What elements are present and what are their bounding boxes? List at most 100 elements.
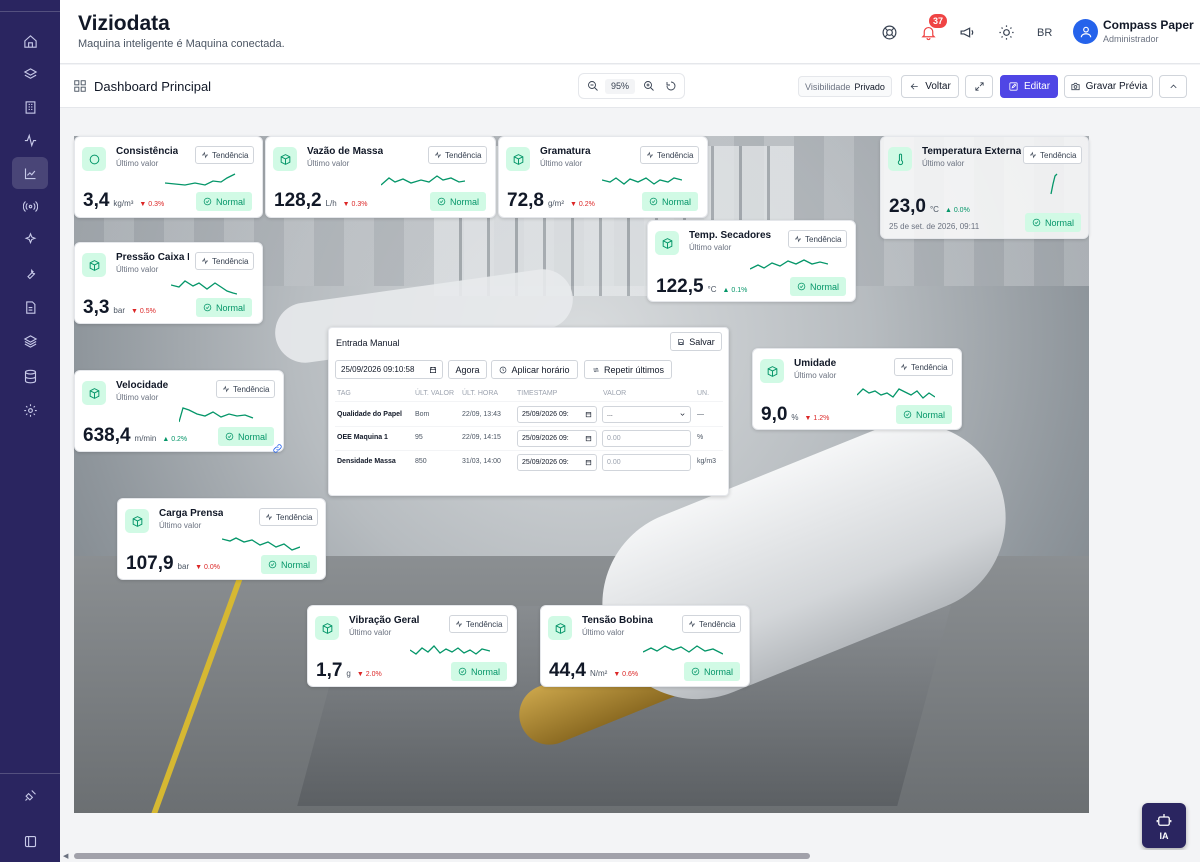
timestamp-input[interactable]: 25/09/2026 09: — [517, 406, 597, 423]
trend-button[interactable]: Tendência — [449, 615, 509, 633]
trend-button[interactable]: Tendência — [1023, 146, 1083, 164]
status-badge: Normal — [430, 192, 487, 211]
sidebar-layers-icon[interactable] — [12, 58, 48, 90]
card-value-row: 638,4 m/min ▲ 0.2% — [83, 425, 187, 447]
card-delta: ▼ 0.6% — [613, 671, 639, 678]
card-value: 122,5 — [656, 276, 704, 297]
user-role: Administrador — [1103, 34, 1159, 44]
chevron-down-icon — [680, 413, 685, 416]
scrollbar-thumb[interactable] — [74, 853, 810, 859]
support-icon[interactable] — [877, 20, 901, 44]
chevron-up-icon — [1169, 84, 1177, 89]
column-header: VALOR — [603, 390, 627, 397]
user-avatar[interactable] — [1073, 19, 1098, 44]
trend-button[interactable]: Tendência — [195, 252, 255, 270]
now-button[interactable]: Agora — [448, 360, 487, 379]
apply-time-button[interactable]: Aplicar horário — [491, 360, 578, 379]
trend-button[interactable]: Tendência — [640, 146, 700, 164]
card-value-row: 44,4 N/m² ▼ 0.6% — [549, 660, 638, 682]
sidebar-database-icon[interactable] — [12, 360, 48, 392]
timestamp-input[interactable]: 25/09/2026 09: — [517, 430, 597, 447]
sidebar-plug-icon[interactable] — [12, 779, 48, 811]
sidebar-settings-icon[interactable] — [12, 394, 48, 426]
scroll-left-arrow[interactable]: ◀ — [63, 852, 68, 860]
card-vazao-massa[interactable]: Vazão de Massa Último valor Tendência 12… — [265, 136, 496, 218]
card-tensao-bobina[interactable]: Tensão Bobina Último valor Tendência 44,… — [540, 605, 750, 687]
card-value: 23,0 — [889, 196, 926, 217]
visibility-indicator[interactable]: Visibilidade Privado — [798, 76, 892, 97]
link-icon[interactable] — [272, 441, 283, 453]
zoom-in-button[interactable] — [641, 78, 657, 94]
value-input[interactable]: 0.00 — [602, 454, 691, 471]
card-unit: m/min — [134, 434, 157, 443]
trend-button[interactable]: Tendência — [195, 146, 255, 164]
card-vibracao-geral[interactable]: Vibração Geral Último valor Tendência 1,… — [307, 605, 517, 687]
notifications-button[interactable]: 37 — [916, 14, 948, 44]
trend-button[interactable]: Tendência — [216, 380, 276, 398]
ai-assistant-button[interactable]: IA — [1142, 803, 1186, 848]
timestamp-input[interactable]: 25/09/2026 09: — [517, 454, 597, 471]
sidebar-activity-icon[interactable] — [12, 124, 48, 156]
sidebar-divider — [0, 773, 60, 774]
calendar-icon — [585, 412, 592, 418]
trend-label: Tendência — [212, 256, 249, 266]
card-pressao-caixa[interactable]: Pressão Caixa E... Último valor Tendênci… — [74, 242, 263, 324]
repeat-last-button[interactable]: Repetir últimos — [584, 360, 672, 379]
card-subtitle: Último valor — [794, 371, 837, 380]
trend-button[interactable]: Tendência — [259, 508, 319, 526]
timestamp-value: 25/09/2026 09: — [522, 411, 569, 418]
card-unit: bar — [113, 306, 125, 315]
trend-button[interactable]: Tendência — [894, 358, 954, 376]
card-unit: °C — [707, 285, 717, 294]
back-button[interactable]: Voltar — [901, 75, 959, 98]
calendar-icon — [430, 366, 436, 373]
trend-button[interactable]: Tendência — [428, 146, 488, 164]
sidebar-chart-icon[interactable] — [12, 157, 48, 189]
check-circle-icon — [1032, 218, 1041, 227]
card-consistencia[interactable]: Consistência Último valor Tendência 3,4 k… — [74, 136, 263, 218]
value-select[interactable]: ... — [602, 406, 691, 423]
language-selector[interactable]: BR — [1037, 27, 1052, 39]
visibility-value: Privado — [854, 82, 885, 92]
sidebar-collapse-icon[interactable] — [12, 825, 48, 857]
sidebar-building-icon[interactable] — [12, 91, 48, 123]
sidebar-document-icon[interactable] — [12, 291, 48, 323]
card-title: Gramatura — [540, 146, 591, 157]
sidebar-broadcast-icon[interactable] — [12, 190, 48, 222]
edit-button[interactable]: Editar — [1000, 75, 1058, 98]
card-subtitle: Último valor — [116, 265, 159, 274]
status-label: Normal — [238, 431, 268, 442]
zoom-reset-button[interactable] — [663, 78, 679, 94]
trend-button[interactable]: Tendência — [788, 230, 848, 248]
card-temp-secadores[interactable]: Temp. Secadores Último valor Tendência 1… — [647, 220, 856, 302]
sidebar-sparkles-icon[interactable] — [12, 223, 48, 255]
card-temperatura-externa[interactable]: Temperatura Externa Último valor Tendênc… — [880, 136, 1089, 239]
card-delta: ▼ 2.0% — [356, 671, 382, 678]
sparkline — [750, 259, 828, 270]
theme-sun-icon[interactable] — [994, 20, 1018, 44]
activity-icon — [647, 151, 653, 159]
card-velocidade[interactable]: Velocidade Último valor Tendência 638,4 m… — [74, 370, 284, 452]
card-umidade[interactable]: Umidade Último valor Tendência 9,0% ▼ 1.2… — [752, 348, 962, 430]
card-value-row: 1,7 g ▼ 2.0% — [316, 660, 382, 682]
horizontal-scrollbar[interactable]: ◀ — [60, 850, 1200, 862]
sidebar-wrench-icon[interactable] — [12, 257, 48, 289]
circle-icon — [82, 147, 106, 171]
collapse-toolbar-button[interactable] — [1159, 75, 1187, 98]
preview-button[interactable]: Gravar Prévia — [1064, 75, 1153, 98]
sidebar-stack-icon[interactable] — [12, 325, 48, 357]
card-title: Carga Prensa — [159, 508, 224, 519]
activity-icon — [901, 363, 907, 371]
card-gramatura[interactable]: Gramatura Último valor Tendência 72,8 g/m… — [498, 136, 708, 218]
megaphone-icon[interactable] — [955, 20, 979, 44]
trend-button[interactable]: Tendência — [682, 615, 742, 633]
check-circle-icon — [458, 667, 467, 676]
sidebar-home-icon[interactable] — [12, 25, 48, 57]
zoom-out-button[interactable] — [585, 78, 601, 94]
fullscreen-button[interactable] — [965, 75, 993, 98]
save-button[interactable]: Salvar — [670, 332, 722, 351]
datetime-input[interactable]: 25/09/2026 09:10:58 — [335, 360, 443, 379]
user-name[interactable]: Compass Paper — [1103, 18, 1194, 32]
value-input[interactable]: 0.00 — [602, 430, 691, 447]
card-carga-prensa[interactable]: Carga Prensa Último valor Tendência 107,… — [117, 498, 326, 580]
